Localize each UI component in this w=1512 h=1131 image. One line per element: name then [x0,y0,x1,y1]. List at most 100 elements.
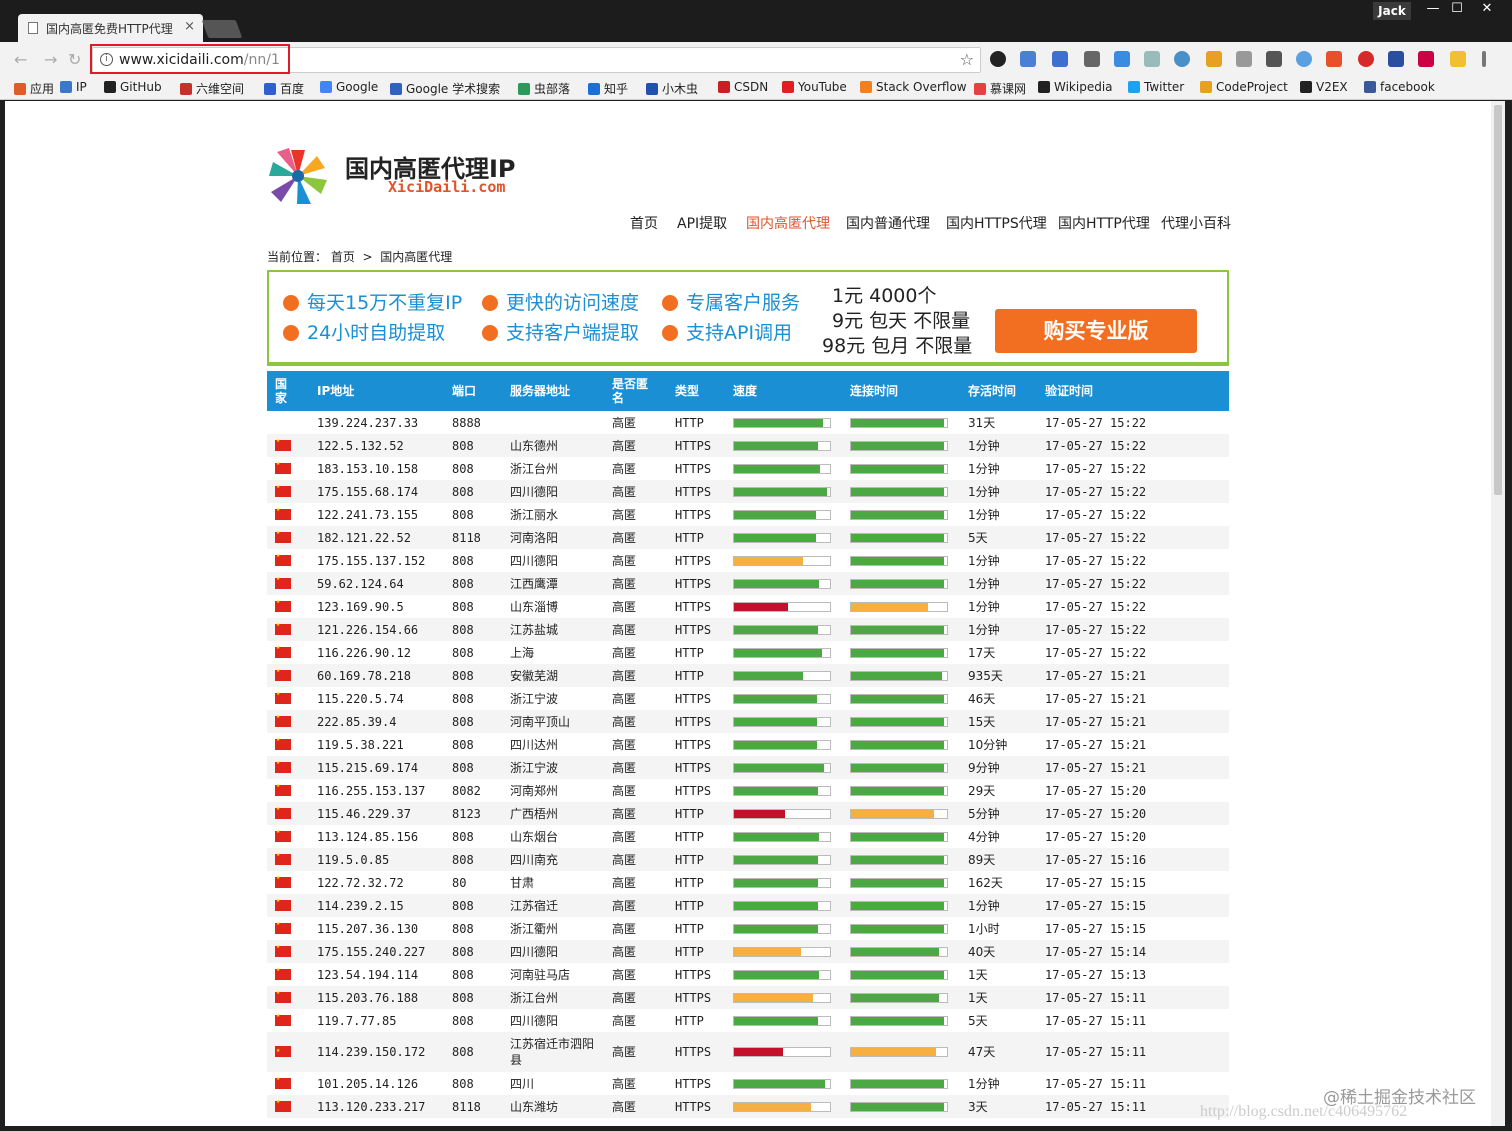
browser-tab[interactable]: 国内高匿免费HTTP代理 × [18,14,203,42]
bookmark-item[interactable]: YouTube [782,80,847,94]
extension-icon[interactable] [1266,51,1282,67]
extension-icon[interactable] [1326,51,1342,67]
info-icon[interactable]: i [100,53,113,66]
bookmark-star-icon[interactable]: ☆ [960,50,974,69]
connect-time-bar [850,877,948,888]
extension-icon[interactable] [1206,51,1222,67]
alive-cell: 15天 [960,710,1037,733]
type-cell: HTTPS [675,967,712,982]
bookmark-item[interactable]: IP [60,80,87,94]
extension-icon[interactable] [1020,51,1036,67]
speed-bar-cell [725,1072,842,1095]
bookmark-item[interactable]: facebook [1364,80,1435,94]
extension-icon[interactable] [1052,51,1068,67]
new-tab-button[interactable] [201,20,243,38]
bookmark-item[interactable]: Wikipedia [1038,80,1113,94]
bookmark-item[interactable]: 百度 [264,80,304,97]
extension-icon[interactable] [1388,51,1404,67]
extension-icon[interactable] [1084,51,1100,67]
connect-time-bar [850,417,948,428]
bookmark-label: Stack Overflow [876,80,967,94]
port-cell: 808 [444,434,502,457]
reload-icon[interactable]: ↻ [68,50,81,69]
forward-icon[interactable]: → [44,50,57,69]
extension-icon[interactable] [1450,51,1466,67]
bookmark-icon [390,83,402,95]
bookmark-item[interactable]: 虫部落 [518,80,570,97]
connect-time-bar-fill [851,556,945,565]
port-cell: 808 [444,986,502,1009]
nav-https[interactable]: 国内HTTPS代理 [946,213,1047,233]
speed-bar-cell [725,549,842,572]
close-window-button[interactable]: ✕ [1472,0,1502,20]
alive-cell: 17天 [968,646,996,660]
nav-http[interactable]: 国内HTTP代理 [1058,213,1150,233]
bookmark-item[interactable]: 应用 [14,80,54,97]
speed-bar [733,716,831,727]
bookmark-item[interactable]: V2EX [1300,80,1348,94]
country-cell [267,572,309,595]
ip-cell: 123.169.90.5 [317,599,404,614]
extension-icon[interactable] [1144,51,1160,67]
vertical-scrollbar[interactable] [1491,101,1505,1126]
extension-icon[interactable] [1358,51,1374,67]
bookmark-label: Wikipedia [1054,80,1113,94]
connect-time-bar-cell [842,1009,960,1032]
verified-cell: 17-05-27 15:22 [1045,645,1147,660]
breadcrumb-home[interactable]: 首页 [331,250,355,264]
connect-time-bar-cell [842,1032,960,1072]
nav-high-anon[interactable]: 国内高匿代理 [746,213,830,233]
maximize-button[interactable]: ☐ [1442,0,1472,20]
speed-bar-cell [725,917,842,940]
nav-wiki[interactable]: 代理小百科 [1161,213,1231,233]
extension-icon[interactable] [1418,51,1434,67]
connect-time-bar [850,762,948,773]
speed-bar-cell [725,480,842,503]
verified-cell: 17-05-27 15:22 [1045,553,1147,568]
extension-icon[interactable] [1114,51,1130,67]
location-cell: 河南平顶山 [502,710,604,733]
back-icon[interactable]: ← [14,50,27,69]
bookmark-item[interactable]: 六维空间 [180,80,244,97]
bookmark-item[interactable]: Stack Overflow [860,80,967,94]
port-cell: 808 [452,691,474,706]
nav-api[interactable]: API提取 [677,213,727,233]
menu-icon[interactable] [1482,51,1486,67]
extension-icon[interactable] [1236,51,1252,67]
port-cell: 8123 [444,802,502,825]
bookmark-item[interactable]: 知乎 [588,80,628,97]
nav-home[interactable]: 首页 [630,213,658,233]
connect-time-bar-cell [842,664,960,687]
breadcrumb-label: 当前位置： [267,250,328,264]
bookmark-item[interactable]: Google [320,80,378,94]
country-cell [267,434,309,457]
bookmark-item[interactable]: 小木虫 [646,80,698,97]
buy-pro-button[interactable]: 购买专业版 [995,309,1197,353]
bookmark-item[interactable]: Twitter [1128,80,1184,94]
close-tab-icon[interactable]: × [184,19,195,34]
location-cell: 江西鹰潭 [502,572,604,595]
country-cell [267,756,309,779]
address-bar[interactable]: i www.xicidaili.com/nn/1 ☆ [90,44,981,74]
bookmark-item[interactable]: 慕课网 [974,80,1026,97]
bookmark-item[interactable]: Google 学术搜索 [390,80,500,97]
extension-icon[interactable] [990,51,1006,67]
anonymity-cell: 高匿 [612,416,637,430]
connect-time-bar-cell [842,1072,960,1095]
location-cell: 浙江宁波 [502,756,604,779]
extension-icon[interactable] [1174,51,1190,67]
speed-bar-cell [725,986,842,1009]
connect-time-bar-cell [842,480,960,503]
nav-normal[interactable]: 国内普通代理 [846,213,930,233]
bookmark-item[interactable]: CSDN [718,80,768,94]
bookmark-item[interactable]: GitHub [104,80,162,94]
type-cell: HTTPS [667,1095,725,1118]
profile-button[interactable]: Jack [1373,2,1411,20]
type-cell: HTTPS [667,434,725,457]
ip-cell: 175.155.137.152 [317,553,426,568]
speed-bar-fill [734,510,816,519]
extension-icon[interactable] [1296,51,1312,67]
bookmark-item[interactable]: CodeProject [1200,80,1288,94]
type-cell: HTTPS [667,572,725,595]
scrollbar-thumb[interactable] [1494,105,1502,495]
